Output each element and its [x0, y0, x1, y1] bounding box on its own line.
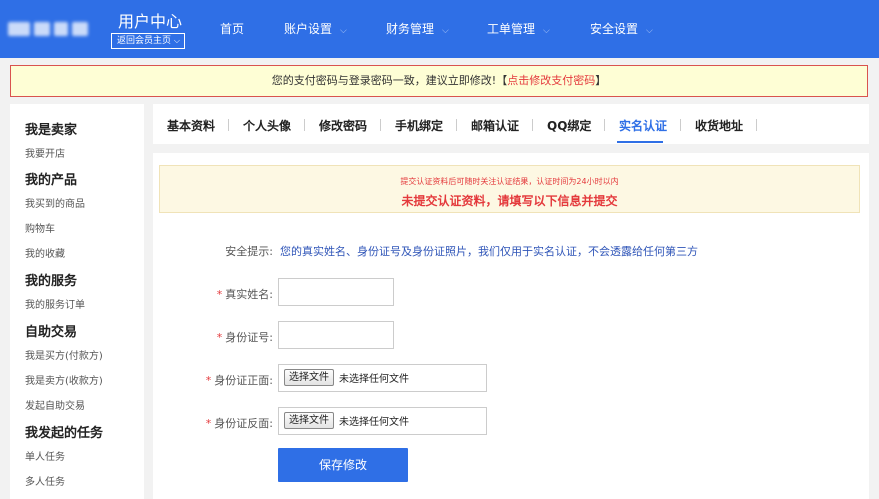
user-center-title: 用户中心	[118, 12, 183, 31]
id-front-label-text: 身份证正面:	[214, 374, 273, 387]
tab-divider	[604, 119, 605, 131]
top-navbar: 用户中心 返回会员主页 ⌵ 首页 账户设置 ⌵ 财务管理 ⌵ 工单管理 ⌵ 安全设置 ⌵	[0, 0, 879, 58]
nav-security[interactable]: 安全设置 ⌵	[590, 20, 653, 37]
security-tip-label: 安全提示:	[225, 245, 273, 258]
real-name-label-text: 真实姓名:	[225, 288, 273, 301]
security-tip-text: 您的真实姓名、身份证号及身份证照片，我们仅用于实名认证，不会透露给任何第三方	[280, 245, 698, 258]
tab-change-password[interactable]: 修改密码	[319, 117, 367, 134]
id-front-file-status: 未选择任何文件	[339, 374, 409, 385]
sidebar-item-cart[interactable]: 购物车	[25, 220, 55, 235]
sidebar-section-self-trade: 自助交易	[25, 325, 78, 340]
chevron-down-icon: ⌵	[543, 26, 550, 36]
sidebar: 我是卖家 我要开店 我的产品 我买到的商品 购物车 我的收藏 我的服务 我的服务…	[10, 104, 144, 499]
tab-real-name-auth[interactable]: 实名认证	[619, 117, 667, 134]
sidebar-item-start-trade[interactable]: 发起自助交易	[25, 397, 85, 412]
save-changes-button[interactable]: 保存修改	[278, 448, 408, 482]
sidebar-item-multi-task[interactable]: 多人任务	[25, 473, 65, 488]
sidebar-item-single-task[interactable]: 单人任务	[25, 448, 65, 463]
tab-shipping-address[interactable]: 收货地址	[695, 117, 743, 134]
nav-tickets-label: 工单管理	[487, 22, 536, 36]
id-back-label: * 身份证反面:	[173, 415, 273, 431]
sidebar-item-service-orders[interactable]: 我的服务订单	[25, 296, 85, 311]
required-mark: *	[205, 417, 212, 430]
id-number-label-text: 身份证号:	[225, 331, 273, 344]
nav-account-settings-label: 账户设置	[284, 22, 333, 36]
id-back-choose-file-button[interactable]: 选择文件	[284, 412, 334, 429]
tab-divider	[756, 119, 757, 131]
tab-divider	[304, 119, 305, 131]
password-notice-bar: 您的支付密码与登录密码一致，建议立即修改!【点击修改支付密码】	[10, 65, 868, 97]
id-front-file-input[interactable]: 选择文件 未选择任何文件	[278, 364, 487, 392]
sidebar-item-favorites[interactable]: 我的收藏	[25, 245, 65, 260]
change-payment-password-link[interactable]: 点击修改支付密码	[507, 74, 595, 87]
nav-security-label: 安全设置	[590, 22, 639, 36]
auth-not-submitted-message: 未提交认证资料，请填写以下信息并提交	[401, 194, 618, 208]
sidebar-section-products: 我的产品	[25, 173, 78, 188]
tab-email-verify[interactable]: 邮箱认证	[471, 117, 519, 134]
sidebar-item-seller[interactable]: 我是卖方(收款方)	[25, 372, 103, 387]
sidebar-section-seller: 我是卖家	[25, 123, 78, 138]
id-front-label: * 身份证正面:	[173, 372, 273, 388]
required-mark: *	[205, 374, 212, 387]
auth-status-warning: 提交认证资料后可随时关注认证结果，认证时间为24小时以内 未提交认证资料，请填写…	[159, 165, 860, 213]
nav-tickets[interactable]: 工单管理 ⌵	[487, 20, 550, 37]
required-mark: *	[216, 288, 223, 301]
tab-qq-binding[interactable]: QQ绑定	[547, 117, 591, 134]
back-to-member-home-button[interactable]: 返回会员主页 ⌵	[111, 33, 185, 49]
id-back-file-status: 未选择任何文件	[339, 417, 409, 428]
sidebar-section-my-tasks: 我发起的任务	[25, 426, 104, 441]
tab-divider	[380, 119, 381, 131]
real-name-input[interactable]	[278, 278, 394, 306]
nav-finance[interactable]: 财务管理 ⌵	[386, 20, 449, 37]
tab-avatar[interactable]: 个人头像	[243, 117, 291, 134]
sidebar-section-services: 我的服务	[25, 274, 78, 289]
chevron-down-icon: ⌵	[340, 26, 347, 36]
id-front-choose-file-button[interactable]: 选择文件	[284, 369, 334, 386]
site-logo[interactable]	[8, 22, 88, 36]
tab-divider	[456, 119, 457, 131]
chevron-down-icon: ⌵	[646, 26, 653, 36]
settings-tabs: 基本资料 个人头像 修改密码 手机绑定 邮箱认证 QQ绑定 实名认证 收货地址	[153, 104, 869, 144]
chevron-down-icon: ⌵	[173, 36, 180, 45]
real-name-auth-panel: 提交认证资料后可随时关注认证结果，认证时间为24小时以内 未提交认证资料，请填写…	[153, 153, 869, 499]
nav-finance-label: 财务管理	[386, 22, 435, 36]
id-number-label: * 身份证号:	[173, 329, 273, 345]
notice-tail: 】	[595, 74, 607, 87]
sidebar-item-purchased[interactable]: 我买到的商品	[25, 195, 85, 210]
id-back-label-text: 身份证反面:	[214, 417, 273, 430]
sidebar-item-open-shop[interactable]: 我要开店	[25, 145, 65, 160]
nav-account-settings[interactable]: 账户设置 ⌵	[284, 20, 347, 37]
real-name-label: * 真实姓名:	[173, 286, 273, 302]
tab-divider	[532, 119, 533, 131]
tab-divider	[680, 119, 681, 131]
tab-phone-binding[interactable]: 手机绑定	[395, 117, 443, 134]
back-to-member-home-label: 返回会员主页	[117, 36, 172, 46]
tab-divider	[228, 119, 229, 131]
id-back-file-input[interactable]: 选择文件 未选择任何文件	[278, 407, 487, 435]
tab-basic-info[interactable]: 基本资料	[167, 117, 215, 134]
sidebar-item-buyer[interactable]: 我是买方(付款方)	[25, 347, 103, 362]
required-mark: *	[216, 331, 223, 344]
id-number-input[interactable]	[278, 321, 394, 349]
chevron-down-icon: ⌵	[442, 26, 449, 36]
nav-home[interactable]: 首页	[220, 20, 244, 37]
active-tab-indicator	[617, 141, 663, 143]
auth-time-hint: 提交认证资料后可随时关注认证结果，认证时间为24小时以内	[400, 177, 619, 186]
notice-text: 您的支付密码与登录密码一致，建议立即修改!【	[271, 74, 508, 87]
nav-home-label: 首页	[220, 22, 245, 36]
